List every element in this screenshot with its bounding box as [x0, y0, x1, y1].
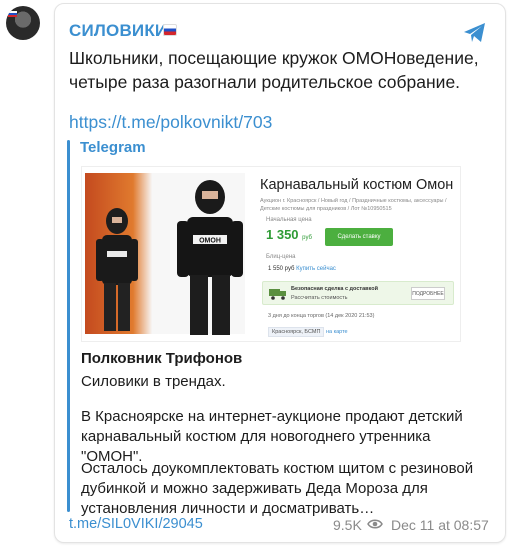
russia-flag-icon [163, 24, 177, 36]
location-tag: Красноярск, БСМП [268, 327, 325, 337]
details-button: ПОДРОБНЕЕ [411, 287, 445, 300]
preview-author: Полковник Трифонов [81, 350, 243, 367]
post-link[interactable]: https://t.me/polkovnikt/703 [69, 112, 272, 133]
svg-text:ОМОН: ОМОН [199, 238, 221, 245]
lot-location: Красноярск, БСМП на карте [268, 327, 348, 337]
eye-icon [367, 519, 383, 529]
lot-title: Карнавальный костюм Омон [260, 177, 454, 193]
safe-deal-box: Безопасная сделка с доставкой Рассчитать… [262, 281, 454, 305]
view-count: 9.5K [333, 517, 362, 533]
price-unit: руб [302, 235, 312, 241]
auction-ends: 3 дня до конца торгов (14 дек 2020 21:53… [268, 313, 375, 319]
truck-icon [269, 289, 286, 300]
preview-image[interactable]: ОМОН Карнавальный костюм Омон Аукцион г.… [81, 166, 461, 342]
post-headline: Школьники, посещающие кружок ОМОНоведени… [69, 48, 479, 92]
blitz-label: Блиц-цена [266, 254, 296, 260]
map-link: на карте [325, 329, 348, 335]
blitz-price-value: 1 550 руб [268, 266, 295, 272]
lot-price: 1 350 руб [266, 227, 312, 242]
buy-now-link: Купить сейчас [296, 266, 336, 272]
child-in-costume-figure [96, 208, 138, 331]
costume-photo: ОМОН [85, 173, 245, 335]
avatar-flag-icon [8, 11, 17, 17]
lot-breadcrumb: Аукцион г. Красноярск / Новый год / Праз… [260, 198, 447, 212]
post-card: СИЛОВИКИ Школьники, посещающие кружок ОМ… [54, 3, 506, 543]
channel-avatar[interactable] [6, 6, 40, 40]
post-date[interactable]: Dec 11 at 08:57 [391, 517, 489, 533]
preview-paragraph: Осталось доукомплектовать костюм щитом с… [81, 460, 474, 517]
post-permalink[interactable]: t.me/SIL0VIKI/29045 [69, 516, 203, 532]
telegram-plane-icon[interactable] [463, 22, 487, 44]
channel-name[interactable]: СИЛОВИКИ [69, 21, 167, 41]
preview-accent-bar [67, 140, 70, 512]
preview-site-name[interactable]: Telegram [80, 139, 146, 156]
child-in-costume-figure: ОМОН [177, 180, 243, 335]
preview-paragraph: В Красноярске на интернет-аукционе прода… [81, 408, 463, 465]
blitz-price: 1 550 руб Купить сейчас [268, 266, 336, 272]
start-price-label: Начальная цена [266, 217, 312, 223]
price-value: 1 350 [266, 227, 299, 242]
preview-author-subtitle: Силовики в трендах. [81, 373, 226, 390]
safe-deal-calc: Рассчитать стоимость [291, 295, 348, 301]
bid-button: Сделать ставку [325, 228, 393, 246]
safe-deal-title: Безопасная сделка с доставкой [291, 286, 378, 292]
